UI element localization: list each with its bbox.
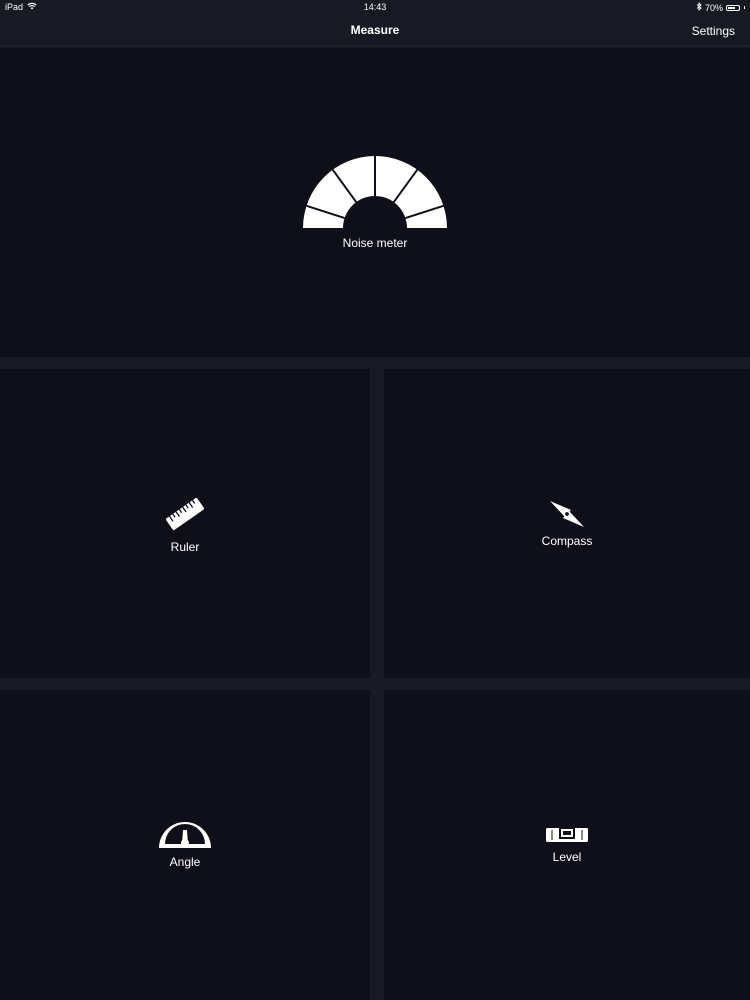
angle-label: Angle — [169, 855, 201, 869]
ruler-label: Ruler — [170, 539, 200, 554]
ruler-icon — [164, 494, 206, 534]
page-title: Measure — [350, 23, 400, 37]
level-label: Level — [552, 850, 582, 864]
level-tile[interactable]: Level — [384, 690, 750, 1000]
angle-tile[interactable]: Angle — [0, 690, 370, 1000]
protractor-icon — [158, 821, 212, 849]
status-bar: iPad 14:43 70% — [0, 0, 750, 16]
noise-meter-label: Noise meter — [342, 235, 408, 250]
compass-tile[interactable]: Compass — [384, 369, 750, 678]
noise-meter-tile[interactable]: Noise meter — [0, 48, 750, 357]
battery-percent: 70% — [704, 2, 723, 13]
nav-bar: Measure Settings — [0, 16, 750, 46]
battery-cap — [744, 6, 745, 9]
compass-icon — [549, 500, 585, 528]
spirit-level-icon — [545, 826, 589, 844]
measure-app: iPad 14:43 70% Measure Settings Noise me… — [0, 0, 750, 1000]
battery-icon — [726, 4, 740, 11]
status-right: 70% — [696, 1, 745, 13]
noise-meter-icon — [301, 155, 449, 230]
compass-label: Compass — [541, 533, 593, 548]
settings-button[interactable]: Settings — [692, 24, 735, 38]
bluetooth-icon — [696, 1, 702, 13]
status-time: 14:43 — [363, 2, 387, 12]
battery-fill — [728, 6, 735, 9]
ruler-tile[interactable]: Ruler — [0, 369, 370, 678]
